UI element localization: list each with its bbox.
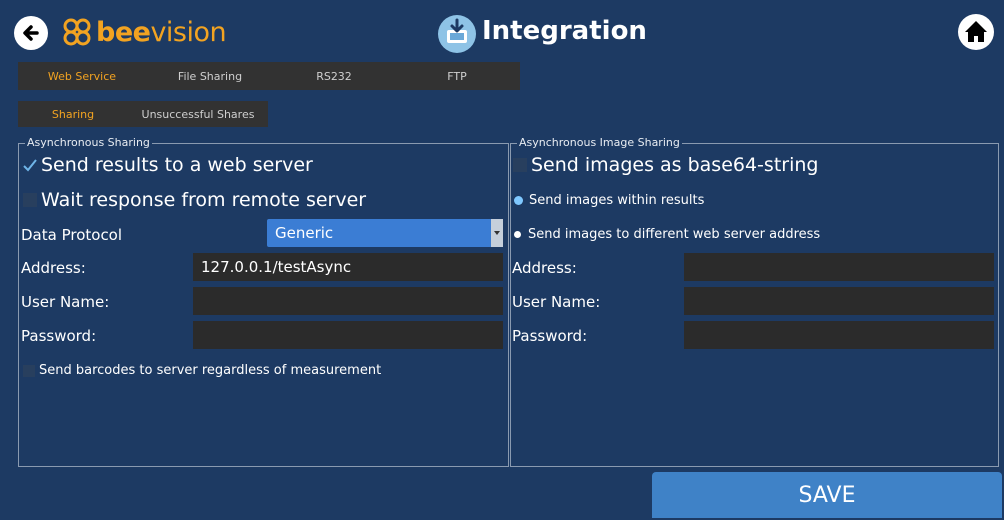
data-protocol-value: Generic [275, 224, 334, 242]
sub-tab-bar: Sharing Unsuccessful Shares [18, 101, 268, 127]
panel-legend: Asynchronous Sharing [25, 136, 152, 149]
bee-logo-icon [63, 18, 91, 46]
subtab-unsuccessful-shares[interactable]: Unsuccessful Shares [128, 101, 268, 127]
logo-text-light: vision [150, 16, 227, 48]
image-username-value [684, 292, 692, 310]
image-password-label: Password: [512, 327, 588, 345]
base64-checkbox[interactable] [513, 158, 527, 172]
save-button[interactable]: SAVE [652, 472, 1002, 518]
image-password-value [684, 326, 692, 344]
send-results-row[interactable]: Send results to a web server [23, 154, 313, 176]
username-value [193, 292, 201, 310]
logo-text-bold: bee [96, 16, 151, 48]
integration-icon [438, 15, 476, 53]
tab-web-service[interactable]: Web Service [18, 62, 146, 90]
different-server-radio[interactable] [514, 231, 521, 238]
page-title: Integration [482, 16, 647, 46]
password-label: Password: [21, 327, 97, 345]
asynchronous-sharing-panel: Asynchronous Sharing Send results to a w… [18, 136, 509, 467]
different-server-row[interactable]: Send images to different web server addr… [514, 227, 820, 242]
password-input[interactable] [193, 321, 503, 349]
tab-rs232[interactable]: RS232 [274, 62, 394, 90]
base64-row[interactable]: Send images as base64-string [513, 154, 818, 176]
home-button[interactable] [958, 14, 994, 50]
data-protocol-label: Data Protocol [21, 226, 123, 244]
within-results-row[interactable]: Send images within results [514, 193, 704, 208]
data-protocol-dropdown[interactable]: Generic [267, 219, 503, 247]
send-barcodes-row[interactable]: Send barcodes to server regardless of me… [23, 363, 381, 378]
send-results-label: Send results to a web server [41, 154, 313, 176]
checkmark-icon[interactable] [23, 157, 37, 173]
username-label: User Name: [21, 293, 110, 311]
base64-label: Send images as base64-string [531, 154, 819, 176]
wait-response-checkbox[interactable] [23, 193, 37, 207]
within-results-label: Send images within results [529, 193, 705, 208]
dropdown-arrow[interactable] [491, 219, 503, 247]
image-username-label: User Name: [512, 293, 601, 311]
tab-file-sharing[interactable]: File Sharing [146, 62, 274, 90]
wait-response-row[interactable]: Wait response from remote server [23, 189, 366, 211]
home-icon [965, 21, 987, 42]
beevision-logo: beevision [62, 14, 227, 50]
chevron-down-icon [494, 231, 500, 235]
subtab-sharing[interactable]: Sharing [18, 101, 128, 127]
asynchronous-image-sharing-panel: Asynchronous Image Sharing Send images a… [510, 136, 999, 467]
image-address-label: Address: [512, 259, 577, 277]
username-input[interactable] [193, 287, 503, 315]
password-value [193, 326, 201, 344]
image-address-input[interactable] [684, 253, 994, 281]
image-password-input[interactable] [684, 321, 994, 349]
address-value: 127.0.0.1/testAsync [201, 258, 352, 276]
wait-response-label: Wait response from remote server [41, 189, 367, 211]
arrow-left-icon [23, 25, 39, 41]
image-username-input[interactable] [684, 287, 994, 315]
panel-legend: Asynchronous Image Sharing [517, 136, 682, 149]
within-results-radio[interactable] [514, 196, 523, 205]
send-barcodes-checkbox[interactable] [23, 364, 35, 377]
image-address-value [684, 258, 692, 276]
address-input[interactable]: 127.0.0.1/testAsync [193, 253, 503, 281]
back-button[interactable] [14, 16, 48, 50]
tab-ftp[interactable]: FTP [394, 62, 520, 90]
send-barcodes-label: Send barcodes to server regardless of me… [39, 363, 382, 378]
different-server-label: Send images to different web server addr… [528, 227, 821, 242]
address-label: Address: [21, 259, 86, 277]
main-tab-bar: Web Service File Sharing RS232 FTP [18, 62, 520, 90]
